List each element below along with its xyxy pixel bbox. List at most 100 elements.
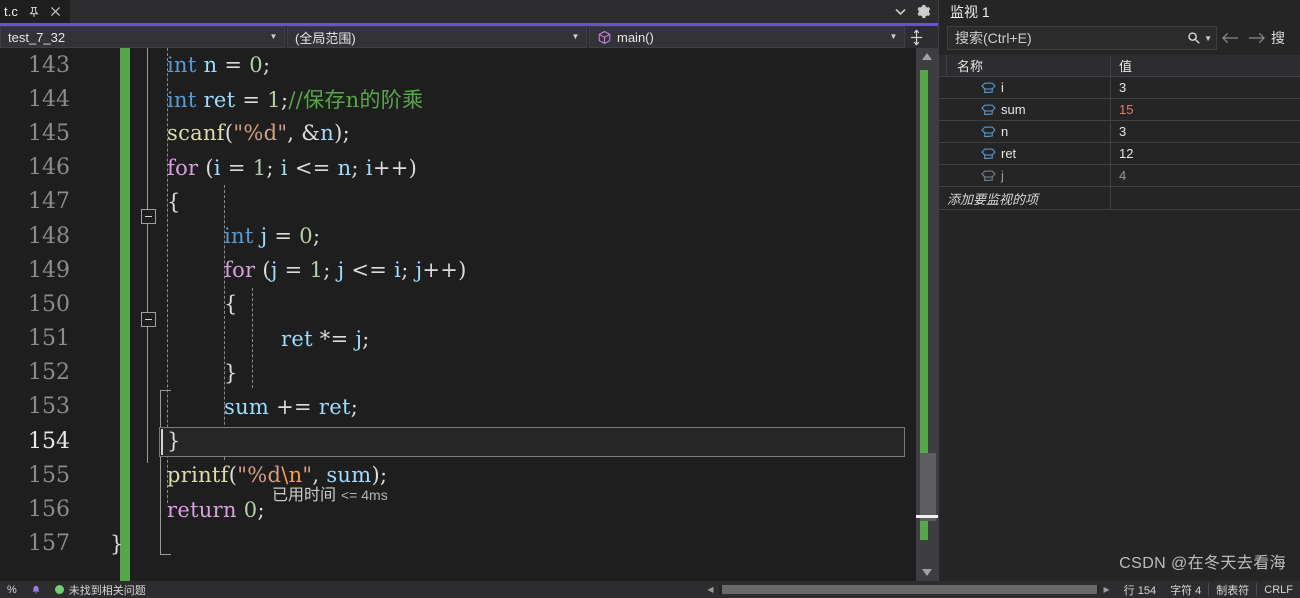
code-line-text: return 0; [167, 497, 265, 522]
code-line-text: int ret = 1;//保存n的阶乘 [167, 88, 424, 113]
code-line-148[interactable]: 148 int j = 0; [0, 219, 938, 253]
code-line-147[interactable]: 147 { [0, 185, 938, 219]
scroll-left-icon[interactable]: ◀ [707, 585, 713, 594]
table-row[interactable]: sum 15 [939, 99, 1300, 121]
scope-dropdown[interactable]: (全局范围) ▼ [287, 26, 587, 48]
table-row[interactable]: n 3 [939, 121, 1300, 143]
watch-variable-name: j [1001, 168, 1004, 183]
scrollbar-caret-marker [916, 515, 938, 518]
table-row[interactable]: j 4 [939, 165, 1300, 187]
watch-panel: 监视 1 搜索(Ctrl+E) ▼ 搜 名称 值 i 3 sum 15 n 3 … [938, 0, 1300, 581]
horizontal-scroll-track[interactable] [718, 585, 1099, 594]
scrollbar-thumb[interactable] [920, 453, 936, 521]
cube-icon [597, 30, 612, 45]
row-gutter [939, 121, 947, 142]
pin-icon[interactable] [27, 5, 40, 18]
status-bar: % 未找到相关问题 ◀ ▶ 行 154 字符 4 制表符 CRLF [0, 581, 1300, 598]
watch-row-name-cell[interactable]: i [947, 77, 1111, 98]
member-dropdown[interactable]: main() ▼ [589, 26, 905, 48]
scroll-up-icon[interactable] [916, 48, 938, 65]
watch-row-name-cell[interactable]: j [947, 165, 1111, 186]
code-line-145[interactable]: 145 scanf("%d", &n); [0, 116, 938, 150]
search-icon[interactable] [1187, 31, 1201, 45]
code-line-text: } [224, 360, 238, 385]
table-row[interactable]: ret 12 [939, 143, 1300, 165]
horizontal-scrollbar[interactable]: ◀ ▶ [700, 581, 1116, 598]
row-gutter [939, 77, 947, 98]
watch-variable-value: 4 [1119, 168, 1127, 183]
code-line-153[interactable]: 153 sum += ret; [0, 390, 938, 424]
scroll-down-icon[interactable] [916, 564, 938, 581]
code-line-156[interactable]: 156 return 0; [0, 492, 938, 526]
code-line-155[interactable]: 155 printf("%d\n", sum); [0, 458, 938, 492]
code-line-text: int n = 0; [167, 53, 271, 78]
column-header-value[interactable]: 值 [1111, 55, 1300, 76]
code-line-152[interactable]: 152 } [0, 356, 938, 390]
split-view-icon[interactable] [905, 26, 927, 48]
chevron-down-icon: ▼ [571, 32, 580, 41]
project-dropdown-label: test_7_32 [8, 29, 66, 45]
watch-row-value-cell[interactable]: 3 [1111, 77, 1300, 98]
scroll-right-icon[interactable]: ▶ [1104, 585, 1110, 594]
line-number: 146 [28, 155, 70, 181]
document-tab-strip: t.c [0, 0, 938, 26]
watch-row-value-cell[interactable]: 15 [1111, 99, 1300, 120]
watch-row-value-cell[interactable]: 12 [1111, 143, 1300, 164]
row-gutter [939, 143, 947, 164]
watch-row-name-cell[interactable]: n [947, 121, 1111, 142]
project-dropdown[interactable]: test_7_32 ▼ [0, 26, 285, 48]
code-line-text: for (i = 1; i <= n; i++) [167, 155, 418, 180]
arrow-right-icon[interactable] [1243, 25, 1269, 51]
watch-row-name-cell[interactable]: sum [947, 99, 1111, 120]
close-icon[interactable] [49, 5, 62, 18]
line-number: 147 [28, 189, 70, 215]
code-editor-surface[interactable]: 143 int n = 0; 144 int ret = 1;//保存n的阶乘 … [0, 48, 938, 581]
code-line-150[interactable]: 150 { [0, 287, 938, 321]
code-line-157[interactable]: 157 } [0, 527, 938, 561]
line-number: 149 [28, 257, 70, 283]
watch-add-item-placeholder[interactable]: 添加要监视的项 [939, 187, 1111, 209]
status-eol-cell[interactable]: CRLF [1257, 581, 1300, 598]
code-line-151[interactable]: 151 ret *= j; [0, 322, 938, 356]
column-header-name[interactable]: 名称 [947, 55, 1111, 76]
chevron-down-icon: ▼ [889, 32, 898, 41]
variable-icon [981, 126, 996, 138]
watch-row-value-cell[interactable]: 3 [1111, 121, 1300, 142]
status-eol-label: CRLF [1264, 583, 1293, 596]
watch-variable-name: i [1001, 80, 1004, 95]
line-number: 150 [28, 291, 70, 317]
code-line-144[interactable]: 144 int ret = 1;//保存n的阶乘 [0, 82, 938, 116]
watch-variable-value: 3 [1119, 124, 1127, 139]
code-line-143[interactable]: 143 int n = 0; [0, 48, 938, 82]
line-number: 157 [28, 531, 70, 557]
line-number: 145 [28, 120, 70, 146]
line-number: 151 [28, 326, 70, 352]
status-issues-cell[interactable]: 未找到相关问题 [48, 581, 153, 598]
table-row[interactable]: i 3 [939, 77, 1300, 99]
chevron-down-icon[interactable]: ▼ [1204, 34, 1212, 43]
chevron-down-icon[interactable] [895, 8, 906, 16]
code-line-154[interactable]: 154 } [0, 424, 938, 458]
status-indent-cell[interactable]: 制表符 [1209, 581, 1256, 598]
code-line-text: } [110, 531, 124, 556]
code-line-146[interactable]: 146 for (i = 1; i <= n; i++) [0, 151, 938, 185]
header-gutter [939, 55, 947, 76]
status-zoom-cell[interactable]: % [0, 581, 24, 598]
gear-icon[interactable] [916, 4, 931, 19]
horizontal-scroll-thumb[interactable] [721, 585, 1097, 594]
document-tab-t-c[interactable]: t.c [0, 0, 71, 23]
code-line-text: printf("%d\n", sum); [167, 463, 388, 488]
status-notification-cell[interactable] [24, 581, 48, 598]
document-tab-label: t.c [4, 4, 19, 19]
watch-row-name-cell[interactable]: ret [947, 143, 1111, 164]
watch-variables-grid: 名称 值 i 3 sum 15 n 3 ret 12 j 4 添加要监视的项 [939, 55, 1300, 581]
code-line-149[interactable]: 149 for (j = 1; j <= i; j++) [0, 253, 938, 287]
search-input[interactable]: 搜索(Ctrl+E) ▼ [947, 26, 1217, 50]
code-line-text: { [224, 292, 238, 317]
editor-vertical-scrollbar[interactable] [916, 48, 938, 581]
watch-add-item-row[interactable]: 添加要监视的项 [939, 187, 1300, 210]
watch-row-value-cell[interactable]: 4 [1111, 165, 1300, 186]
arrow-left-icon[interactable] [1217, 25, 1243, 51]
line-number: 155 [28, 462, 70, 488]
watch-add-item-value[interactable] [1111, 187, 1300, 209]
